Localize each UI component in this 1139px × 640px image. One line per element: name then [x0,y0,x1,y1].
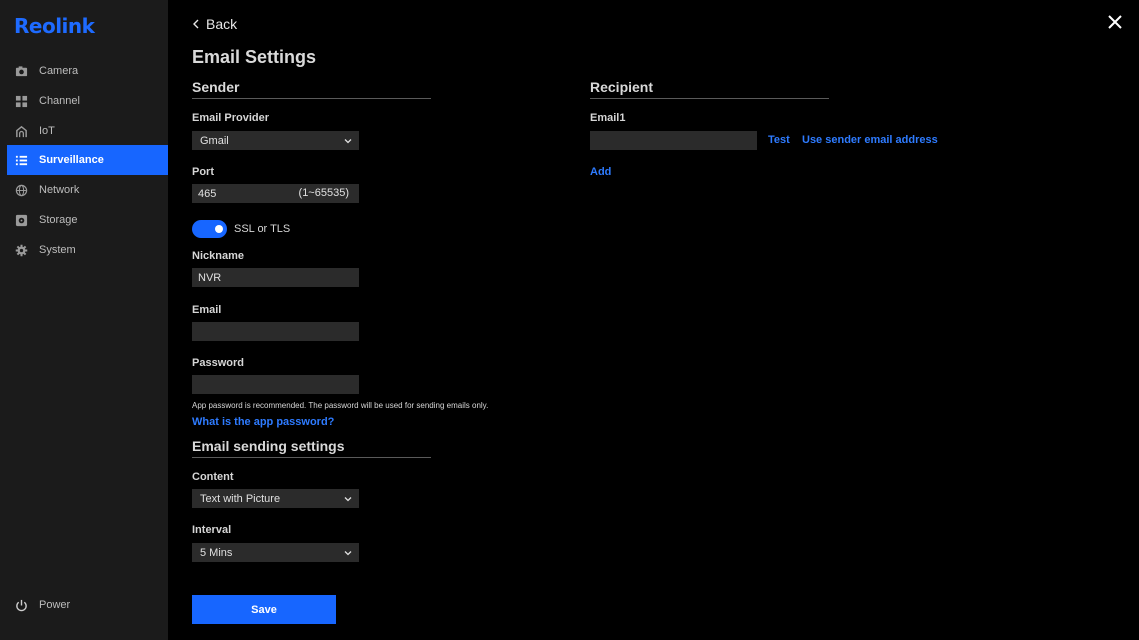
sidebar-item-label: System [39,244,76,256]
storage-icon [15,214,28,227]
sidebar-item-network[interactable]: Network [7,175,168,205]
use-sender-email-link[interactable]: Use sender email address [802,134,938,146]
gear-icon [15,244,28,257]
grid-icon [15,95,28,108]
chevron-down-icon [344,550,352,555]
recipient-section-title: Recipient [590,79,829,99]
email-provider-select[interactable]: Gmail [192,131,359,150]
camera-icon [15,65,28,78]
power-label: Power [39,599,71,611]
back-button[interactable]: Back [192,16,237,32]
power-icon [15,599,28,612]
email-input[interactable] [192,322,359,341]
interval-select[interactable]: 5 Mins [192,543,359,562]
close-icon[interactable] [1107,14,1123,30]
sidebar: Reolink Camera Channel IoT Surveillance … [0,0,168,640]
interval-label: Interval [192,524,232,536]
nickname-label: Nickname [192,250,244,262]
sidebar-item-storage[interactable]: Storage [7,205,168,235]
password-input[interactable] [192,375,359,394]
sidebar-item-system[interactable]: System [7,235,168,265]
iot-icon [15,125,28,138]
content-label: Content [192,471,234,483]
globe-icon [15,184,28,197]
chevron-down-icon [344,138,352,143]
port-label: Port [192,166,214,178]
reolink-logo: Reolink [14,14,95,38]
sidebar-item-label: Storage [39,214,78,226]
sidebar-item-label: Surveillance [39,154,104,166]
email1-label: Email1 [590,112,626,124]
sidebar-item-label: Camera [39,65,79,77]
sidebar-item-camera[interactable]: Camera [7,56,168,86]
ssl-tls-toggle[interactable] [192,220,227,238]
app-password-link[interactable]: What is the app password? [192,416,334,428]
page-title: Email Settings [192,47,317,67]
nickname-value: NVR [198,271,222,284]
sidebar-item-label: Channel [39,95,80,107]
email-provider-value: Gmail [200,134,229,147]
back-label: Back [206,16,238,32]
port-input[interactable]: 465 (1~65535) [192,184,359,203]
email1-input[interactable] [590,131,757,150]
sidebar-item-channel[interactable]: Channel [7,86,168,116]
interval-value: 5 Mins [200,546,233,559]
sender-section-title: Sender [192,79,431,99]
port-range-hint: (1~65535) [298,187,349,199]
email-provider-label: Email Provider [192,112,270,124]
sidebar-item-label: IoT [39,125,55,137]
port-value: 465 [198,187,217,200]
content-select[interactable]: Text with Picture [192,489,359,508]
nickname-input[interactable]: NVR [192,268,359,287]
password-hint: App password is recommended. The passwor… [192,401,489,410]
toggle-knob [215,225,223,233]
list-icon [15,154,28,167]
sending-section-title: Email sending settings [192,438,431,458]
password-label: Password [192,357,244,369]
chevron-left-icon [193,19,199,29]
sidebar-item-iot[interactable]: IoT [7,116,168,146]
chevron-down-icon [344,496,352,501]
add-recipient-link[interactable]: Add [590,166,611,178]
sidebar-item-surveillance[interactable]: Surveillance [7,145,168,175]
save-button[interactable]: Save [192,595,336,624]
test-link[interactable]: Test [768,134,790,146]
power-button[interactable]: Power [7,590,168,620]
content-value: Text with Picture [200,492,281,505]
sidebar-item-label: Network [39,184,80,196]
ssl-tls-label: SSL or TLS [234,223,291,235]
main-content: Back Email Settings Sender Email Provide… [168,0,1139,640]
email-label: Email [192,304,222,316]
